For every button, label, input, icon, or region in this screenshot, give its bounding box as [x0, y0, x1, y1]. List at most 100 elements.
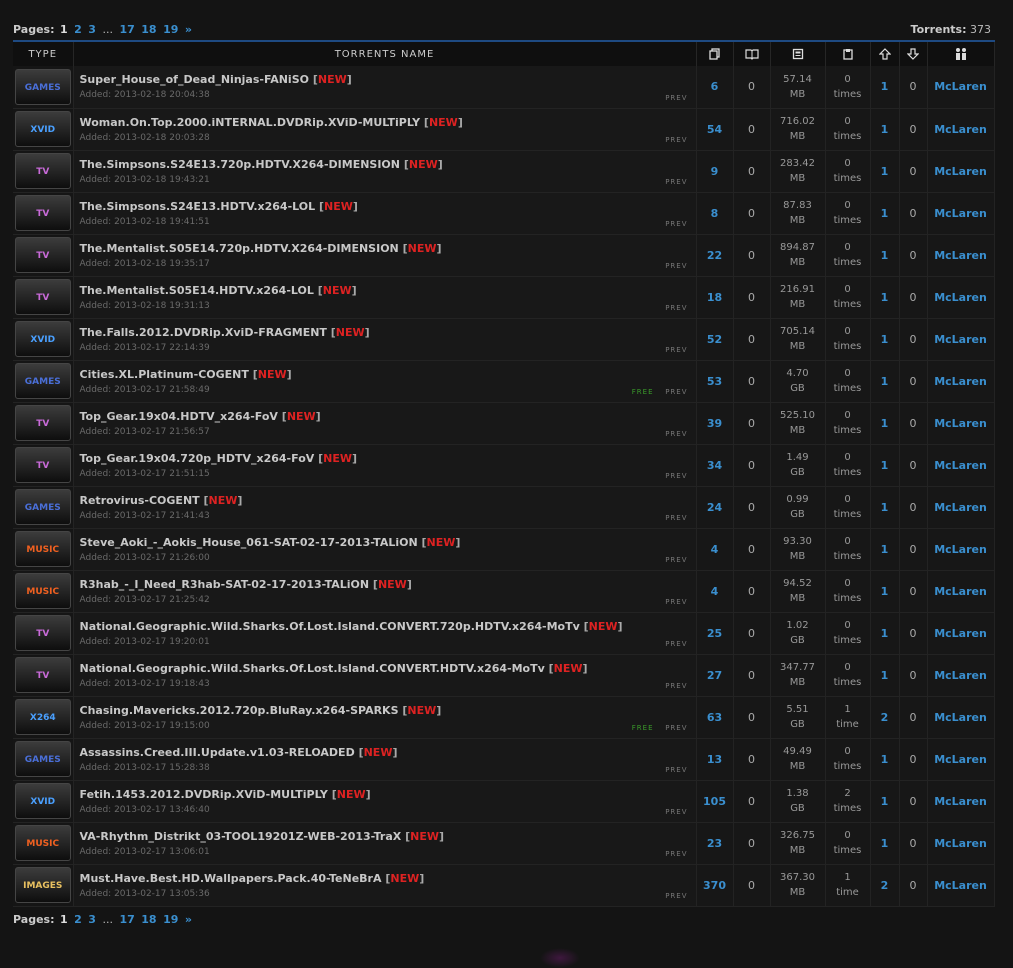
uploader-link[interactable]: McLaren — [934, 291, 987, 304]
category-badge[interactable]: TV — [14, 153, 71, 189]
preview-link[interactable]: PREV — [665, 640, 687, 648]
category-badge[interactable]: MUSIC — [14, 573, 71, 609]
page-next-link[interactable]: » — [185, 913, 192, 926]
uploader-link[interactable]: McLaren — [934, 837, 987, 850]
page-link-2[interactable]: 2 — [74, 23, 82, 36]
uploader-link[interactable]: McLaren — [934, 375, 987, 388]
category-badge[interactable]: TV — [14, 237, 71, 273]
category-badge[interactable]: GAMES — [14, 363, 71, 399]
seeders-count-link[interactable]: 1 — [881, 375, 889, 388]
header-size[interactable] — [770, 40, 826, 66]
files-count-link[interactable]: 34 — [707, 459, 722, 472]
category-badge[interactable]: XVID — [14, 111, 71, 147]
header-files[interactable] — [696, 40, 734, 66]
header-uploader[interactable] — [927, 40, 995, 66]
torrent-name-link[interactable]: Chasing.Mavericks.2012.720p.BluRay.x264-… — [80, 704, 399, 717]
uploader-link[interactable]: McLaren — [934, 711, 987, 724]
preview-link[interactable]: PREV — [665, 262, 687, 270]
files-count-link[interactable]: 24 — [707, 501, 722, 514]
category-badge[interactable]: X264 — [14, 699, 71, 735]
page-link-19[interactable]: 19 — [163, 23, 178, 36]
seeders-count-link[interactable]: 1 — [881, 501, 889, 514]
files-count-link[interactable]: 53 — [707, 375, 722, 388]
preview-link[interactable]: PREV — [665, 556, 687, 564]
preview-link[interactable]: PREV — [665, 388, 687, 396]
files-count-link[interactable]: 370 — [703, 879, 726, 892]
preview-link[interactable]: PREV — [665, 850, 687, 858]
page-link-3[interactable]: 3 — [88, 913, 96, 926]
preview-link[interactable]: PREV — [665, 892, 687, 900]
header-torrents-name[interactable]: TORRENTS NAME — [73, 40, 697, 66]
category-badge[interactable]: TV — [14, 405, 71, 441]
uploader-link[interactable]: McLaren — [934, 333, 987, 346]
uploader-link[interactable]: McLaren — [934, 249, 987, 262]
uploader-link[interactable]: McLaren — [934, 123, 987, 136]
page-link-3[interactable]: 3 — [88, 23, 96, 36]
category-badge[interactable]: MUSIC — [14, 825, 71, 861]
preview-link[interactable]: PREV — [665, 346, 687, 354]
seeders-count-link[interactable]: 1 — [881, 207, 889, 220]
header-snatched[interactable] — [825, 40, 871, 66]
seeders-count-link[interactable]: 1 — [881, 459, 889, 472]
files-count-link[interactable]: 52 — [707, 333, 722, 346]
torrent-name-link[interactable]: The.Mentalist.S05E14.720p.HDTV.X264-DIME… — [80, 242, 399, 255]
seeders-count-link[interactable]: 1 — [881, 417, 889, 430]
seeders-count-link[interactable]: 1 — [881, 80, 889, 93]
torrent-name-link[interactable]: Retrovirus-COGENT — [80, 494, 200, 507]
preview-link[interactable]: PREV — [665, 514, 687, 522]
uploader-link[interactable]: McLaren — [934, 879, 987, 892]
files-count-link[interactable]: 6 — [711, 80, 719, 93]
preview-link[interactable]: PREV — [665, 766, 687, 774]
seeders-count-link[interactable]: 2 — [881, 879, 889, 892]
files-count-link[interactable]: 54 — [707, 123, 722, 136]
seeders-count-link[interactable]: 2 — [881, 711, 889, 724]
torrent-name-link[interactable]: Steve_Aoki_-_Aokis_House_061-SAT-02-17-2… — [80, 536, 418, 549]
category-badge[interactable]: GAMES — [14, 68, 71, 105]
page-link-19[interactable]: 19 — [163, 913, 178, 926]
torrent-name-link[interactable]: National.Geographic.Wild.Sharks.Of.Lost.… — [80, 620, 580, 633]
torrent-name-link[interactable]: Top_Gear.19x04.720p_HDTV_x264-FoV — [80, 452, 315, 465]
files-count-link[interactable]: 9 — [711, 165, 719, 178]
files-count-link[interactable]: 8 — [711, 207, 719, 220]
header-leechers[interactable] — [899, 40, 928, 66]
torrent-name-link[interactable]: The.Simpsons.S24E13.720p.HDTV.X264-DIMEN… — [80, 158, 401, 171]
seeders-count-link[interactable]: 1 — [881, 669, 889, 682]
files-count-link[interactable]: 4 — [711, 543, 719, 556]
preview-link[interactable]: PREV — [665, 178, 687, 186]
torrent-name-link[interactable]: Cities.XL.Platinum-COGENT — [80, 368, 249, 381]
uploader-link[interactable]: McLaren — [934, 417, 987, 430]
uploader-link[interactable]: McLaren — [934, 585, 987, 598]
page-link-2[interactable]: 2 — [74, 913, 82, 926]
files-count-link[interactable]: 4 — [711, 585, 719, 598]
torrent-name-link[interactable]: The.Falls.2012.DVDRip.XviD-FRAGMENT — [80, 326, 327, 339]
header-comments[interactable] — [733, 40, 771, 66]
torrent-name-link[interactable]: VA-Rhythm_Distrikt_03-TOOL19201Z-WEB-201… — [80, 830, 402, 843]
preview-link[interactable]: PREV — [665, 472, 687, 480]
page-next-link[interactable]: » — [185, 23, 192, 36]
category-badge[interactable]: XVID — [14, 321, 71, 357]
seeders-count-link[interactable]: 1 — [881, 165, 889, 178]
uploader-link[interactable]: McLaren — [934, 501, 987, 514]
files-count-link[interactable]: 13 — [707, 753, 722, 766]
seeders-count-link[interactable]: 1 — [881, 333, 889, 346]
torrent-name-link[interactable]: Must.Have.Best.HD.Wallpapers.Pack.40-TeN… — [80, 872, 382, 885]
uploader-link[interactable]: McLaren — [934, 669, 987, 682]
preview-link[interactable]: PREV — [665, 136, 687, 144]
uploader-link[interactable]: McLaren — [934, 543, 987, 556]
uploader-link[interactable]: McLaren — [934, 627, 987, 640]
preview-link[interactable]: PREV — [665, 808, 687, 816]
category-badge[interactable]: TV — [14, 615, 71, 651]
uploader-link[interactable]: McLaren — [934, 207, 987, 220]
seeders-count-link[interactable]: 1 — [881, 249, 889, 262]
preview-link[interactable]: PREV — [665, 724, 687, 732]
seeders-count-link[interactable]: 1 — [881, 627, 889, 640]
seeders-count-link[interactable]: 1 — [881, 585, 889, 598]
category-badge[interactable]: TV — [14, 447, 71, 483]
torrent-name-link[interactable]: Fetih.1453.2012.DVDRip.XViD-MULTiPLY — [80, 788, 328, 801]
category-badge[interactable]: XVID — [14, 783, 71, 819]
category-badge[interactable]: GAMES — [14, 489, 71, 525]
page-link-17[interactable]: 17 — [119, 23, 134, 36]
files-count-link[interactable]: 105 — [703, 795, 726, 808]
files-count-link[interactable]: 63 — [707, 711, 722, 724]
seeders-count-link[interactable]: 1 — [881, 543, 889, 556]
